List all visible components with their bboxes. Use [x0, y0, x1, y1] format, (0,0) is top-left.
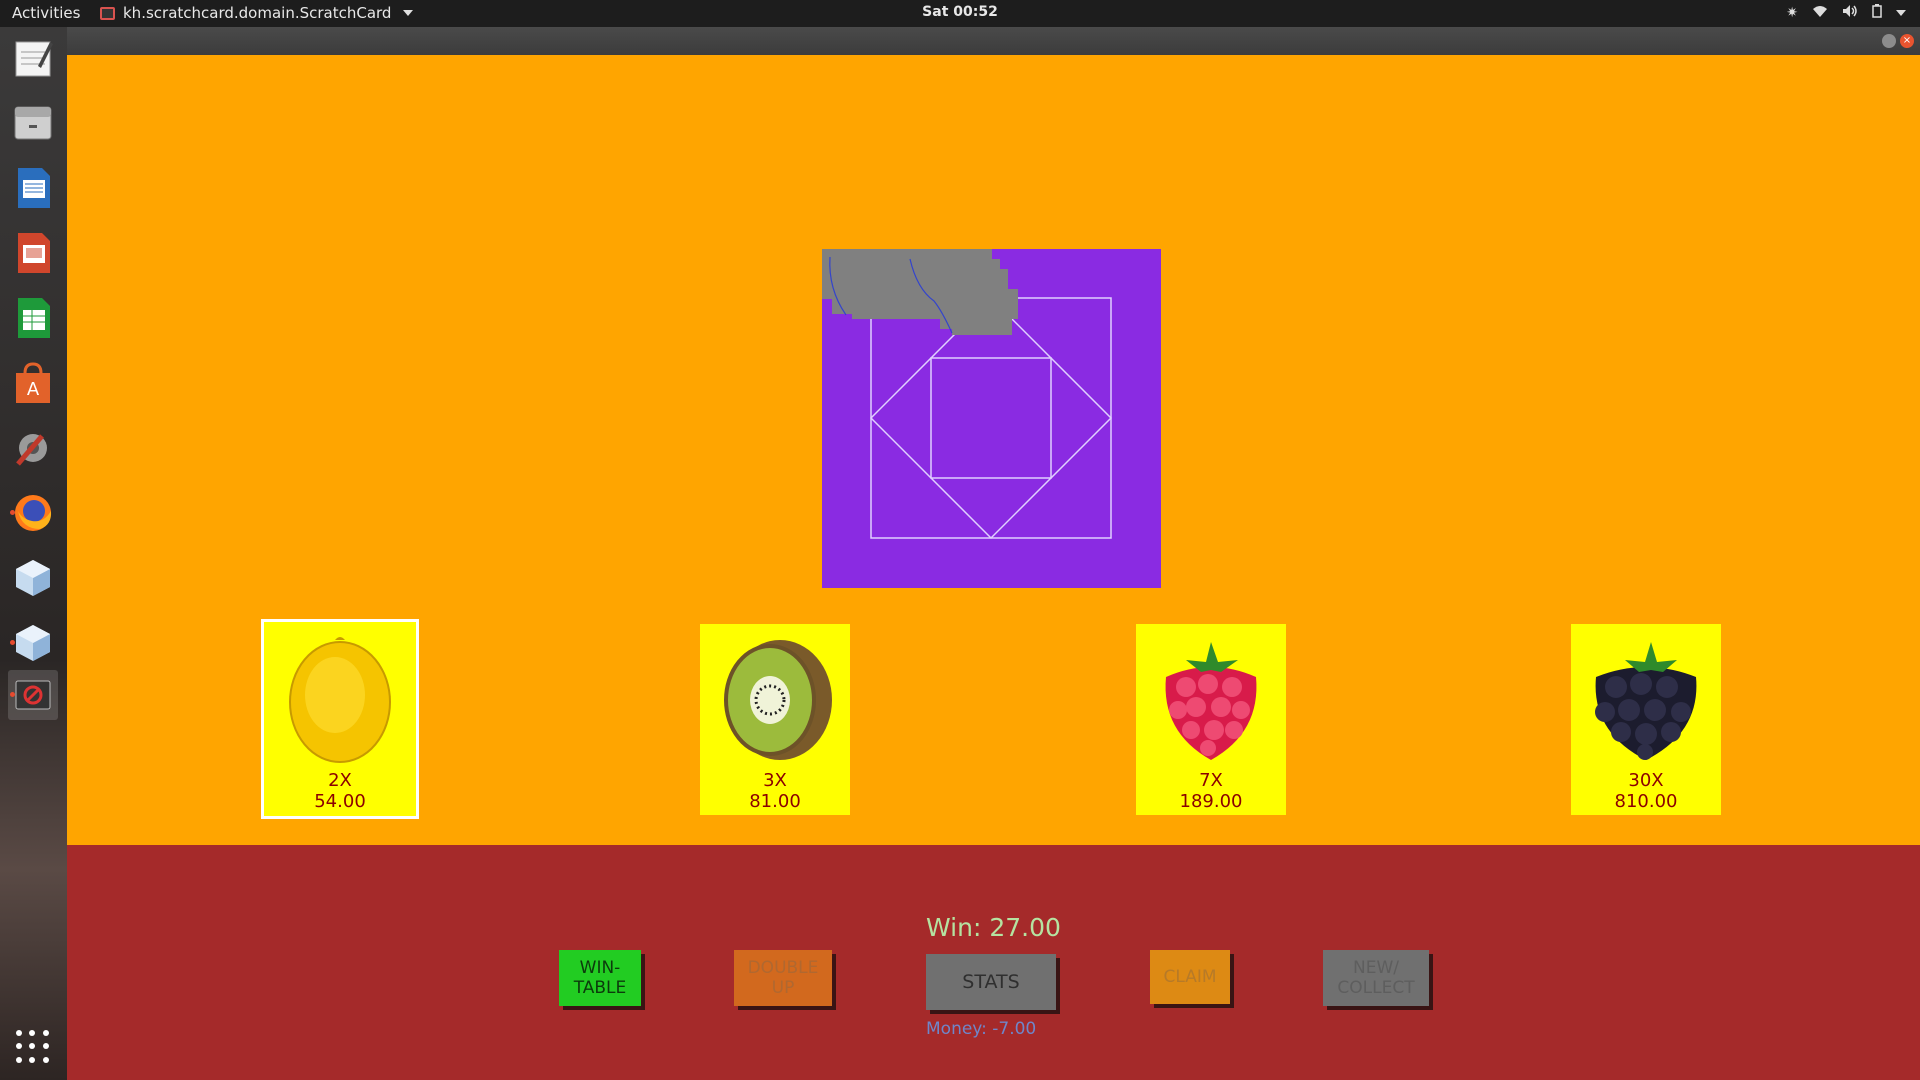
launcher-file-manager[interactable]: [8, 98, 58, 148]
activities-button[interactable]: Activities: [12, 4, 80, 22]
card-amount: 54.00: [314, 791, 366, 812]
text-editor-icon: [15, 41, 53, 77]
fruit-card-lemon[interactable]: 2X 54.00: [261, 619, 419, 819]
app-menu-label: kh.scratchcard.domain.ScratchCard: [123, 4, 392, 22]
volume-icon[interactable]: [1842, 4, 1858, 22]
app-window-icon: [100, 6, 115, 20]
launcher-firefox[interactable]: [8, 488, 58, 538]
firefox-icon: [15, 495, 52, 531]
launcher-cube-app-2[interactable]: [8, 618, 58, 668]
launcher-dock: A: [0, 27, 67, 1080]
launcher-text-editor[interactable]: [8, 33, 58, 83]
clock[interactable]: Sat 00:52: [922, 4, 998, 20]
launcher-software-center[interactable]: A: [8, 358, 58, 408]
accessibility-icon[interactable]: ✷: [1786, 5, 1798, 21]
impress-icon: [18, 233, 50, 273]
card-multiplier: 2X: [328, 770, 352, 791]
new-collect-label: NEW/COLLECT: [1337, 958, 1415, 998]
card-multiplier: 30X: [1628, 770, 1664, 791]
win-table-label: WIN- TABLE: [573, 958, 627, 998]
scratch-area[interactable]: [822, 249, 1161, 588]
show-applications-icon[interactable]: [16, 1030, 50, 1064]
launcher-settings[interactable]: [8, 423, 58, 473]
cube-app-2-icon: [16, 625, 50, 661]
system-menu-chevron-icon[interactable]: [1896, 10, 1906, 16]
win-table-button[interactable]: WIN- TABLE: [559, 950, 641, 1006]
lemon-icon: [289, 637, 391, 763]
launcher-scratchcard-app[interactable]: [8, 670, 58, 720]
running-indicator: [10, 640, 15, 645]
battery-icon[interactable]: [1872, 4, 1882, 22]
card-multiplier: 3X: [763, 770, 787, 791]
wifi-icon[interactable]: [1812, 4, 1828, 22]
card-amount: 81.00: [749, 791, 801, 812]
win-amount: Win: 27.00: [926, 913, 1061, 942]
fruit-card-blackberry[interactable]: 30X 810.00: [1571, 624, 1721, 815]
card-amount: 810.00: [1614, 791, 1678, 812]
scratch-pattern: [822, 249, 1113, 540]
claim-button[interactable]: CLAIM: [1150, 950, 1230, 1004]
raspberry-icon: [1165, 642, 1257, 760]
app-menu[interactable]: kh.scratchcard.domain.ScratchCard: [100, 4, 414, 22]
close-icon[interactable]: ×: [1900, 34, 1914, 48]
double-up-button[interactable]: DOUBLE UP: [734, 950, 832, 1006]
stats-label: STATS: [962, 971, 1020, 993]
launcher-writer[interactable]: [8, 163, 58, 213]
running-indicator: [10, 510, 15, 515]
kiwi-icon: [724, 640, 832, 760]
launcher-calc[interactable]: [8, 293, 58, 343]
writer-icon: [18, 168, 50, 208]
double-up-label: DOUBLE UP: [747, 958, 819, 998]
fruit-card-raspberry[interactable]: 7X 189.00: [1136, 624, 1286, 815]
scratchcard-app-icon: [15, 680, 51, 710]
claim-label: CLAIM: [1163, 967, 1217, 987]
card-amount: 189.00: [1179, 791, 1243, 812]
cube-app-icon: [16, 560, 50, 596]
launcher-cube-app[interactable]: [8, 553, 58, 603]
file-manager-icon: [14, 106, 52, 140]
system-tray[interactable]: ✷: [1786, 4, 1906, 22]
launcher-impress[interactable]: [8, 228, 58, 278]
fruit-card-kiwi[interactable]: 3X 81.00: [700, 624, 850, 815]
minimize-icon[interactable]: [1882, 34, 1896, 48]
card-multiplier: 7X: [1199, 770, 1223, 791]
new-collect-button[interactable]: NEW/COLLECT: [1323, 950, 1429, 1006]
running-indicator: [10, 692, 15, 697]
chevron-down-icon: [403, 10, 414, 16]
window-titlebar: ×: [67, 27, 1920, 55]
settings-icon: [16, 434, 47, 466]
money-balance: Money: -7.00: [926, 1019, 1037, 1039]
svg-text:A: A: [27, 379, 40, 400]
calc-icon: [18, 298, 50, 338]
stats-button[interactable]: STATS: [926, 954, 1056, 1010]
software-center-icon: A: [16, 362, 50, 403]
blackberry-icon: [1595, 642, 1697, 760]
top-bar: Activities kh.scratchcard.domain.Scratch…: [0, 0, 1920, 27]
